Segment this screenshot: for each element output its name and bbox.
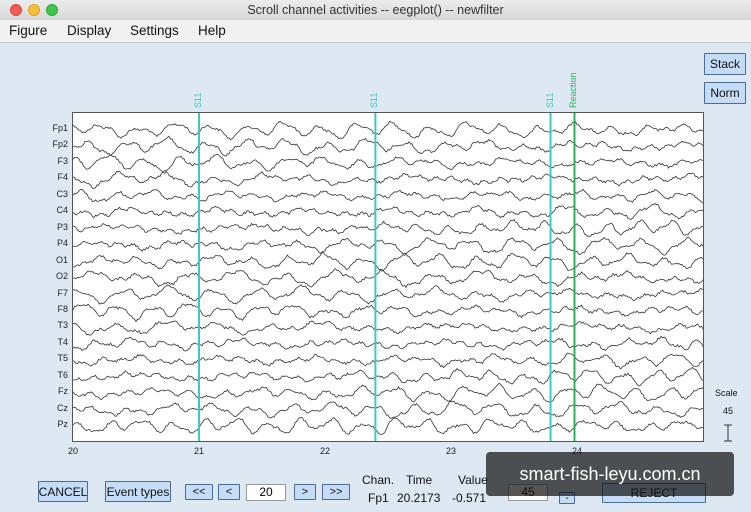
value-readout: -0.571: [452, 491, 487, 505]
eeg-trace-c4: [73, 202, 703, 220]
window-title: Scroll channel activities -- eegplot() -…: [247, 3, 504, 17]
eeg-trace-c3: [73, 188, 703, 204]
channel-label: F4: [57, 172, 68, 183]
eeg-trace-f4: [73, 170, 703, 189]
channel-label: T6: [57, 369, 68, 380]
menu-help[interactable]: Help: [198, 23, 226, 38]
cancel-button[interactable]: CANCEL: [38, 481, 88, 502]
time-header: Time: [406, 473, 433, 487]
eeg-trace-t5: [73, 352, 703, 370]
eeg-trace-cz: [73, 400, 703, 419]
eeg-trace-pz: [73, 416, 703, 436]
event-types-button[interactable]: Event types: [105, 481, 171, 502]
eeg-trace-t3: [73, 320, 703, 336]
x-tick-label: 21: [194, 446, 205, 456]
watermark-overlay: smart-fish-leyu.com.cn: [486, 452, 734, 496]
scale-bar-icon: [724, 424, 732, 442]
channel-label: F7: [57, 287, 68, 298]
next-page-button[interactable]: >>: [322, 484, 350, 500]
prev-button[interactable]: <: [218, 484, 240, 500]
channel-label: Pz: [57, 419, 68, 430]
chan-header: Chan.: [362, 473, 395, 487]
title-bar: Scroll channel activities -- eegplot() -…: [0, 0, 751, 21]
channel-label: O2: [55, 271, 68, 282]
event-label: Reaction: [568, 72, 579, 108]
event-label: S11: [544, 92, 555, 108]
eeg-trace-f7: [73, 284, 703, 305]
channel-label: C4: [56, 205, 68, 216]
channel-label: Fp2: [52, 139, 68, 150]
x-tick-label: 22: [320, 446, 331, 456]
channel-label: F3: [57, 155, 68, 166]
channel-label: Fp1: [52, 123, 68, 133]
menu-display[interactable]: Display: [67, 23, 111, 38]
eeg-trace-p3: [73, 218, 703, 237]
scale-value: 45: [723, 406, 734, 416]
eegplot-window: Scroll channel activities -- eegplot() -…: [0, 0, 751, 512]
position-input[interactable]: 20: [246, 484, 286, 501]
scale-label: Scale: [715, 388, 738, 398]
norm-button[interactable]: Norm: [704, 82, 746, 104]
channel-label: Cz: [57, 402, 68, 413]
menu-bar: Figure Display Settings Help: [0, 20, 751, 43]
eeg-plot-area[interactable]: [72, 112, 704, 442]
time-readout: 20.2173: [397, 491, 441, 505]
prev-page-button[interactable]: <<: [185, 484, 213, 500]
menu-figure[interactable]: Figure: [9, 23, 47, 38]
channel-label: P3: [56, 221, 68, 232]
menu-settings[interactable]: Settings: [130, 23, 179, 38]
x-tick-label: 20: [68, 446, 79, 456]
eeg-trace-fz: [73, 383, 703, 404]
eeg-trace-t4: [73, 335, 703, 352]
x-tick-label: 23: [446, 446, 457, 456]
next-button[interactable]: >: [294, 484, 316, 500]
channel-label: T4: [57, 336, 68, 347]
eeg-traces-svg: [73, 113, 703, 441]
eeg-trace-p4: [73, 236, 703, 256]
eeg-trace-t6: [73, 366, 703, 387]
channel-label: O1: [55, 254, 68, 265]
eeg-trace-f8: [73, 303, 703, 323]
channel-label: P4: [56, 238, 68, 249]
channel-label: C3: [56, 188, 68, 199]
chan-readout: Fp1: [368, 491, 389, 505]
event-label: S11: [369, 92, 380, 108]
eeg-trace-o1: [73, 252, 703, 272]
channel-label: T5: [57, 353, 68, 364]
value-header: Value: [458, 473, 488, 487]
stack-button[interactable]: Stack: [704, 53, 746, 75]
channel-label: F8: [57, 303, 68, 314]
event-label: S11: [193, 92, 203, 108]
eeg-trace-f3: [73, 154, 703, 173]
eeg-trace-fp2: [73, 135, 703, 157]
channel-label: Fz: [58, 386, 68, 397]
channel-label: T3: [57, 320, 68, 331]
